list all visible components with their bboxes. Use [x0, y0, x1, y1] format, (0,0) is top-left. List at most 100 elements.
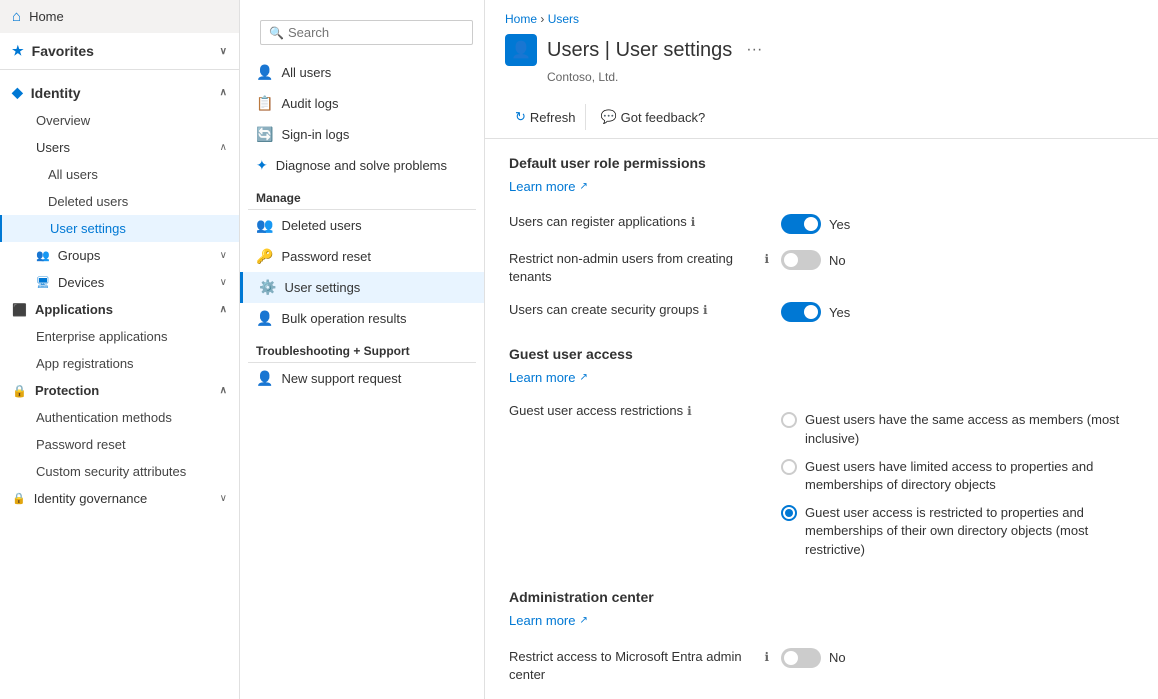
learn-more-1[interactable]: Learn more ↗: [509, 179, 1134, 194]
feedback-icon: 💬: [600, 109, 616, 125]
sidebar-devices-header[interactable]: 🖥 Devices ∨: [0, 269, 239, 296]
restrict-entra-slider: [781, 648, 821, 668]
section-guest-access: Guest user access: [509, 346, 1134, 362]
setting-row-register-apps: Users can register applications ℹ Yes: [509, 206, 1134, 242]
diagnose-icon: ✦: [256, 157, 268, 174]
setting-row-guest-restrictions: Guest user access restrictions ℹ Guest u…: [509, 397, 1134, 572]
learn-more-2[interactable]: Learn more ↗: [509, 370, 1134, 385]
external-link-icon-3: ↗: [579, 615, 587, 626]
sign-in-logs-icon: 🔄: [256, 126, 273, 143]
learn-more-3[interactable]: Learn more ↗: [509, 613, 1134, 628]
applications-chevron: ∧: [220, 304, 227, 315]
radio-limited-access[interactable]: Guest users have limited access to prope…: [781, 458, 1134, 494]
users-chevron: ∧: [220, 142, 227, 153]
register-apps-label: Users can register applications ℹ: [509, 214, 769, 229]
sidebar-item-custom-security[interactable]: Custom security attributes: [0, 458, 239, 485]
breadcrumb-users-link[interactable]: Users: [548, 12, 579, 26]
radio-most-inclusive[interactable]: Guest users have the same access as memb…: [781, 411, 1134, 447]
nav-audit-logs[interactable]: 📋 Audit logs: [240, 88, 484, 119]
breadcrumb-home-link[interactable]: Home: [505, 12, 537, 26]
support-icon: 👤: [256, 370, 273, 387]
sidebar-item-home[interactable]: ⌂ Home: [0, 0, 239, 33]
sidebar-identity-gov-header[interactable]: 🔒 Identity governance ∨: [0, 485, 239, 512]
refresh-button[interactable]: ↻ Refresh: [505, 104, 586, 130]
protection-icon: 🔒: [12, 384, 27, 398]
search-container: 🔍: [260, 20, 473, 45]
identity-gov-chevron: ∨: [220, 493, 227, 504]
restrict-non-admin-info-icon[interactable]: ℹ: [764, 252, 769, 266]
section-default-role: Default user role permissions: [509, 155, 1134, 171]
password-reset-icon: 🔑: [256, 248, 273, 265]
troubleshooting-section-label: Troubleshooting + Support: [240, 334, 484, 362]
external-link-icon-1: ↗: [579, 181, 587, 192]
middle-panel: 🔍 « 👤 All users 📋 Audit logs 🔄 Sign-in l…: [240, 0, 485, 699]
register-apps-value: Yes: [829, 217, 850, 232]
search-icon: 🔍: [269, 26, 284, 40]
toolbar: ↻ Refresh 💬 Got feedback?: [485, 96, 1158, 139]
restrict-entra-info-icon[interactable]: ℹ: [764, 650, 769, 664]
sidebar-item-deleted-users[interactable]: Deleted users: [0, 188, 239, 215]
sidebar-item-auth-methods[interactable]: Authentication methods: [0, 404, 239, 431]
register-apps-slider: [781, 214, 821, 234]
nav-deleted-users[interactable]: 👥 Deleted users: [240, 210, 484, 241]
sidebar-item-all-users[interactable]: All users: [0, 161, 239, 188]
nav-password-reset[interactable]: 🔑 Password reset: [240, 241, 484, 272]
breadcrumb: Home › Users: [505, 12, 1138, 26]
bulk-op-icon: 👤: [256, 310, 273, 327]
setting-row-security-groups: Users can create security groups ℹ Yes: [509, 294, 1134, 330]
search-input[interactable]: [288, 25, 464, 40]
page-icon: 👤: [505, 34, 537, 66]
sidebar-item-app-registrations[interactable]: App registrations: [0, 350, 239, 377]
nav-diagnose-solve[interactable]: ✦ Diagnose and solve problems: [240, 150, 484, 181]
nav-all-users[interactable]: 👤 All users: [240, 57, 484, 88]
radio-restricted-button[interactable]: [781, 505, 797, 521]
page-subtitle: Contoso, Ltd.: [547, 70, 1138, 84]
restrict-entra-value: No: [829, 650, 846, 665]
radio-most-inclusive-button[interactable]: [781, 412, 797, 428]
sidebar-applications-header[interactable]: ⬛ Applications ∧: [0, 296, 239, 323]
ellipsis-button[interactable]: ···: [742, 37, 766, 63]
restrict-entra-toggle[interactable]: [781, 648, 821, 668]
radio-limited-access-button[interactable]: [781, 459, 797, 475]
content-header: Home › Users 👤 Users | User settings ···…: [485, 0, 1158, 84]
users-page-icon: 👤: [511, 40, 531, 60]
security-groups-slider: [781, 302, 821, 322]
security-groups-info-icon[interactable]: ℹ: [703, 303, 708, 317]
nav-support-request[interactable]: 👤 New support request: [240, 363, 484, 394]
radio-restricted[interactable]: Guest user access is restricted to prope…: [781, 504, 1134, 559]
sidebar-favorites[interactable]: ★ Favorites ∨: [0, 33, 239, 65]
sidebar-users-header[interactable]: Users ∧: [0, 134, 239, 161]
register-apps-toggle[interactable]: [781, 214, 821, 234]
star-icon: ★: [12, 43, 24, 59]
security-groups-toggle[interactable]: [781, 302, 821, 322]
sidebar-item-enterprise-apps[interactable]: Enterprise applications: [0, 323, 239, 350]
guest-restrictions-info-icon[interactable]: ℹ: [687, 404, 692, 418]
sidebar-home-label: Home: [29, 9, 64, 24]
settings-content: Default user role permissions Learn more…: [485, 139, 1158, 699]
restrict-non-admin-control: No: [781, 250, 846, 270]
nav-bulk-operation[interactable]: 👤 Bulk operation results: [240, 303, 484, 334]
guest-restrictions-radio-group: Guest users have the same access as memb…: [781, 403, 1134, 566]
setting-row-restrict-entra: Restrict access to Microsoft Entra admin…: [509, 640, 1134, 692]
sidebar-item-overview[interactable]: Overview: [0, 107, 239, 134]
nav-user-settings[interactable]: ⚙️ User settings: [240, 272, 484, 303]
restrict-non-admin-label: Restrict non-admin users from creating t…: [509, 250, 769, 286]
restrict-non-admin-value: No: [829, 253, 846, 268]
nav-sign-in-logs[interactable]: 🔄 Sign-in logs: [240, 119, 484, 150]
sidebar-groups-header[interactable]: 👥 Groups ∨: [0, 242, 239, 269]
register-apps-control: Yes: [781, 214, 850, 234]
restrict-non-admin-toggle[interactable]: [781, 250, 821, 270]
sidebar-item-user-settings[interactable]: User settings: [0, 215, 239, 242]
sidebar-item-password-reset[interactable]: Password reset: [0, 431, 239, 458]
deleted-users-icon: 👥: [256, 217, 273, 234]
register-apps-info-icon[interactable]: ℹ: [691, 215, 696, 229]
favorites-chevron: ∨: [220, 46, 227, 57]
feedback-button[interactable]: 💬 Got feedback?: [590, 104, 715, 130]
sidebar-identity-header[interactable]: ◆ Identity ∧: [0, 74, 239, 107]
home-icon: ⌂: [12, 8, 21, 25]
breadcrumb-separator: ›: [540, 12, 547, 26]
sidebar-protection-header[interactable]: 🔒 Protection ∧: [0, 377, 239, 404]
page-title-row: 👤 Users | User settings ···: [505, 34, 1138, 66]
restrict-entra-label: Restrict access to Microsoft Entra admin…: [509, 648, 769, 684]
manage-section-label: Manage: [240, 181, 484, 209]
